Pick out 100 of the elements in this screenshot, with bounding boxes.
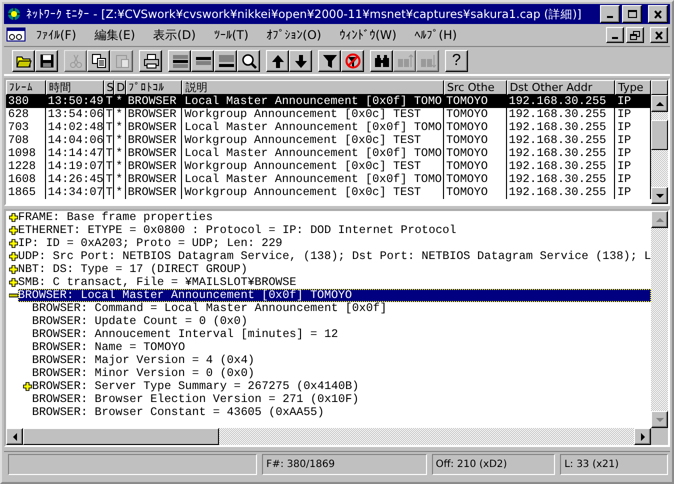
toolbar-button[interactable] [12,50,35,72]
toolbar-button[interactable] [168,50,191,72]
tree-item[interactable]: BROWSER: Server Type Summary = 267275 (0x4140B) [32,380,651,393]
help-button[interactable]: ? [445,50,468,72]
tree-item[interactable]: BROWSER: Browser Constant = 43605 (0xAA55) [32,406,651,419]
scroll-left-button[interactable] [6,428,23,445]
save-icon [38,53,54,69]
minimize-icon [612,37,618,39]
tree-item[interactable]: BROWSER: Update Count = 0 (0x0) [32,315,651,328]
vertical-scrollbar[interactable] [651,80,668,204]
menu-item[interactable]: 表示(D) [145,26,204,44]
close-icon [653,10,663,18]
app-icon [6,6,22,22]
toolbar-button[interactable] [35,50,58,72]
scroll-up-button[interactable] [651,95,668,112]
maximize-icon [627,10,637,18]
column-header[interactable]: ﾌﾚｰﾑ [6,80,46,95]
close-icon [654,30,664,40]
expand-icon[interactable] [9,226,18,235]
tree-item[interactable]: ETHERNET: ETYPE = 0x0800 : Protocol = IP: DOD Internet Protocol [18,224,651,237]
column-header[interactable]: S [104,80,114,95]
menu-item[interactable]: ﾌｧｲﾙ(F) [28,27,84,43]
toolbar-button[interactable] [214,50,237,72]
tree-item[interactable]: BROWSER: Minor Version = 0 (0x0) [32,367,651,380]
toolbar-button[interactable] [341,50,364,72]
printer-icon [142,53,158,69]
minimize-icon [607,16,613,18]
toolbar-button[interactable] [139,50,162,72]
menu-item[interactable]: ﾍﾙﾌﾟ(H) [406,27,465,43]
close-button[interactable] [648,5,668,23]
column-header[interactable]: ﾌﾟﾛﾄｺﾙ [126,80,182,95]
scroll-thumb[interactable] [651,120,668,150]
menu-item[interactable]: ﾂｰﾙ(T) [206,27,257,43]
column-header[interactable]: Dst Other Addr [506,80,616,95]
minimize-button[interactable] [606,27,624,43]
tree-item[interactable]: IP: ID = 0xA203; Proto = UDP; Len: 229 [18,237,651,250]
scroll-down-button[interactable] [651,411,668,428]
pane-layout-icon [218,53,234,69]
tree-item[interactable]: NBT: DS: Type = 17 (DIRECT GROUP) [18,263,651,276]
expand-icon[interactable] [9,239,18,248]
tree-item[interactable]: SMB: C transact, File = ¥MAILSLOT¥BROWSE [18,276,651,289]
tree-item[interactable]: BROWSER: Local Master Announcement [0x0f] TOMOYO [18,289,651,302]
scrollbar-corner [651,428,668,445]
triangle-icon [654,100,664,106]
toolbar-button[interactable] [370,50,393,72]
menu-item[interactable]: 編集(E) [86,26,144,44]
no-filter-icon [344,53,360,69]
column-header[interactable]: D [114,80,126,95]
binoculars-down-icon [420,53,436,69]
restore-button[interactable] [626,27,644,43]
collapse-icon[interactable] [9,291,18,300]
tree-item[interactable]: BROWSER: Name = TOMOYO [32,341,651,354]
toolbar-button[interactable] [289,50,312,72]
copy-icon [90,53,106,69]
expand-icon[interactable] [23,382,32,391]
expand-icon[interactable] [9,213,18,222]
column-header[interactable]: Src Othe [444,80,507,95]
down-arrow-icon [292,53,308,69]
toolbar-button[interactable] [87,50,110,72]
status-text: L: 33 (x21) [560,454,668,475]
vertical-scrollbar[interactable] [651,211,668,428]
toolbar-button[interactable] [191,50,214,72]
close-button[interactable] [650,27,668,43]
toolbar-button[interactable] [237,50,260,72]
triangle-icon [654,216,664,222]
scroll-thumb[interactable] [23,428,219,445]
packet-row[interactable]: 380 13:50:49 T * BROWSER Local Master Announcement [0x0f] TOMO TOMOYO 192.168.30.255 IP [6,95,651,108]
column-header[interactable]: Type [615,80,651,95]
tree-item[interactable]: UDP: Src Port: NETBIOS Datagram Service, (138); Dst Port: NETBIOS Datagram Service (138); L [18,250,651,263]
scroll-down-button[interactable] [651,187,668,204]
toolbar-button[interactable] [266,50,289,72]
minimize-button[interactable] [600,5,620,23]
tree-item[interactable]: FRAME: Base frame properties [18,211,651,224]
column-header[interactable]: 説明 [182,80,444,95]
expand-icon[interactable] [9,265,18,274]
binoculars-icon [374,53,390,69]
column-header[interactable]: 時間 [46,80,104,95]
triangle-icon [654,192,664,198]
restore-icon [630,30,640,40]
tree-item[interactable]: BROWSER: Annoucement Interval [minutes] = 12 [32,328,651,341]
scissors-icon [68,53,84,69]
magnifier-icon [240,53,256,69]
tree-item[interactable]: BROWSER: Browser Election Version = 271 (0x10F) [32,393,651,406]
clipboard-icon [114,53,130,69]
document-icon[interactable] [6,27,26,43]
menu-item[interactable]: ｵﾌﾟｼｮﾝ(O) [258,27,330,43]
pane-layout-icon [172,53,188,69]
scroll-up-button[interactable] [651,211,668,228]
filter-icon [322,53,338,69]
menu-item[interactable]: ｳｨﾝﾄﾞｳ(W) [331,27,405,43]
status-text: Off: 210 (xD2) [432,454,556,475]
tree-item[interactable]: BROWSER: Major Version = 4 (0x4) [32,354,651,367]
horizontal-scrollbar[interactable] [6,428,668,445]
scroll-right-button[interactable] [634,428,651,445]
maximize-button[interactable] [622,5,642,23]
tree-item[interactable]: BROWSER: Command = Local Master Announcement [0x0f] [32,302,651,315]
expand-icon[interactable] [9,278,18,287]
expand-icon[interactable] [9,252,18,261]
toolbar-button[interactable] [318,50,341,72]
triangle-icon [12,432,18,442]
